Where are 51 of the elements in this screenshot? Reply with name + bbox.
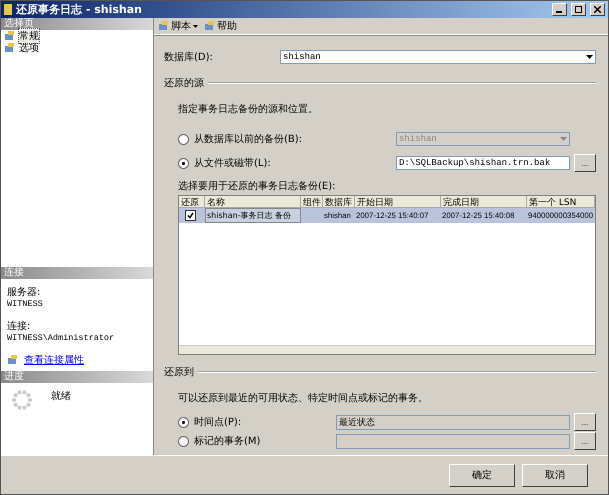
source-hint: 指定事务日志备份的源和位置。 (178, 102, 319, 116)
section-title: 还原到 (164, 366, 194, 379)
folder-icon (4, 4, 12, 15)
column-header[interactable]: 开始日期 (355, 196, 441, 208)
sidebar-item[interactable]: 常规 (18, 28, 40, 44)
source-radio[interactable]: 从文件或磁带(L): (178, 156, 396, 170)
close-icon (594, 6, 601, 13)
close-button[interactable] (590, 3, 605, 16)
window-title: 还原事务日志 - shishan (16, 2, 144, 17)
panel-header: 连接 (1, 267, 153, 279)
table-label: 选择要用于还原的事务日志备份(E): (178, 180, 336, 193)
restore-radio[interactable]: 标记的事务(M) (178, 434, 336, 448)
help-button[interactable]: 帮助 (204, 19, 237, 33)
horizontal-scrollbar[interactable] (179, 345, 595, 354)
column-header[interactable]: 还原 (179, 196, 205, 208)
connection-properties-link[interactable]: 查看连接属性 (24, 353, 84, 367)
restore-radio[interactable]: 时间点(P): (178, 415, 336, 429)
minimize-button[interactable] (552, 3, 567, 16)
browse-button[interactable]: ... (574, 432, 596, 450)
connection-label: 连接: (7, 320, 32, 333)
database-label: 数据库(D): (164, 50, 214, 64)
browse-button[interactable]: ... (574, 413, 596, 431)
restore-target-field[interactable]: 最近状态 (336, 414, 570, 430)
restore-checkbox[interactable] (185, 210, 196, 221)
panel-header: 进度 (1, 371, 153, 383)
column-header[interactable]: 完成日期 (441, 196, 527, 208)
progress-status: 就绪 (51, 390, 71, 403)
section-title: 还原的源 (164, 77, 204, 90)
column-header[interactable]: 第一个 LSN (527, 196, 595, 208)
maximize-button[interactable] (571, 3, 586, 16)
browse-button[interactable]: ... (574, 154, 596, 172)
column-header[interactable]: 名称 (205, 196, 301, 208)
server-name: WITNESS (7, 299, 44, 309)
maximize-icon (575, 6, 582, 13)
script-menu[interactable]: 脚本 (158, 19, 198, 33)
database-dropdown[interactable]: shishan (280, 50, 596, 64)
spinner-icon (11, 389, 33, 411)
table-cell: shishan-事务日志 备份 (205, 208, 301, 223)
restore-target-field[interactable] (336, 434, 570, 448)
caret-icon (560, 137, 567, 141)
server-label: 服务器: (7, 286, 42, 299)
column-header[interactable]: 数据库 (323, 196, 355, 208)
column-header[interactable]: 组件 (301, 196, 323, 208)
caret-icon (193, 24, 198, 28)
connection-name: WITNESS\Administrator (7, 333, 116, 343)
restore-hint: 可以还原到最近的可用状态、特定时间点或标记的事务。 (178, 392, 429, 405)
backup-file-field[interactable]: D:\SQLBackup\shishan.trn.bak (396, 156, 570, 170)
ok-button[interactable]: 确定 (449, 464, 515, 486)
panel-header: 选择页 (1, 18, 153, 30)
cancel-button[interactable]: 取消 (522, 464, 588, 486)
caret-icon (586, 55, 593, 59)
